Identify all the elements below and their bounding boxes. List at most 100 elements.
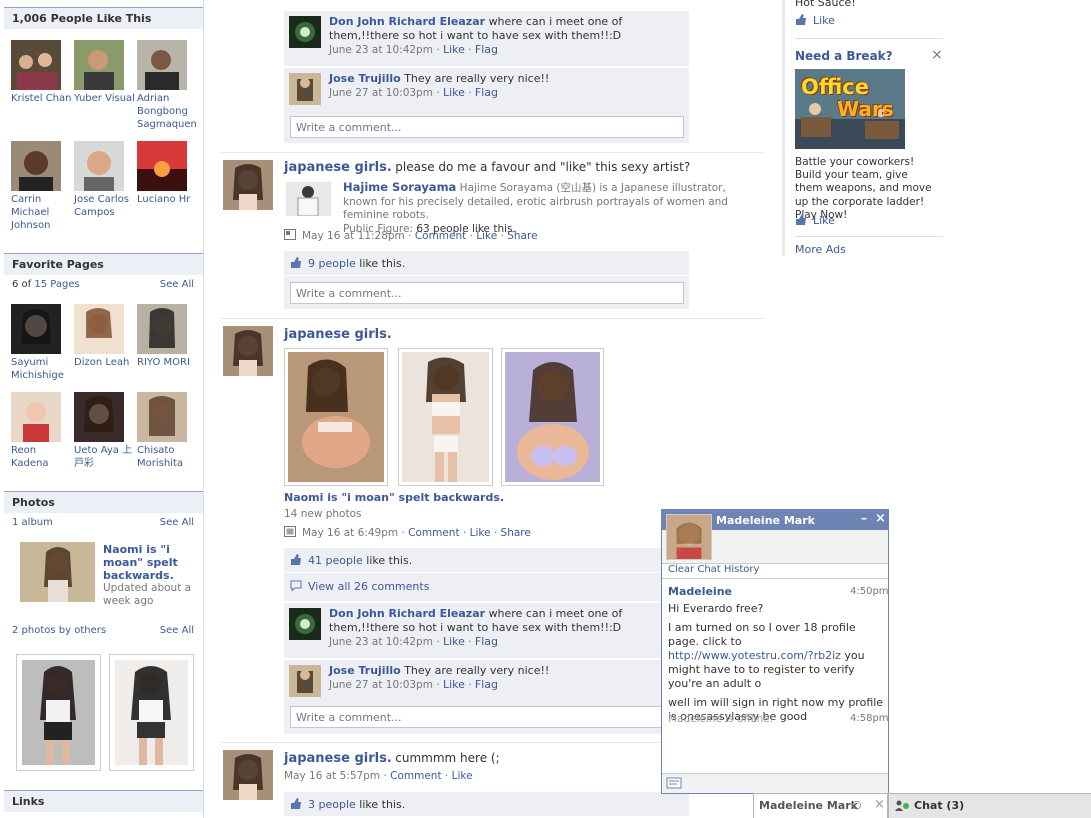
page-name[interactable]: Dizon Leah (74, 356, 138, 369)
message-sender[interactable]: Madeleine (668, 585, 732, 598)
album-count-link[interactable]: 1 album (12, 517, 53, 528)
chat-compose-icon[interactable] (666, 777, 682, 791)
attachment-thumb[interactable] (286, 182, 331, 216)
page-name-link[interactable]: japanese girls. (284, 751, 392, 766)
share-link[interactable]: Share (501, 527, 531, 539)
comment-flag-link[interactable]: Flag (475, 86, 498, 99)
friend-name[interactable]: Carrin Michael Johnson (11, 193, 75, 232)
story-time[interactable]: May 16 at 6:49pm (302, 527, 398, 539)
comment-like-link[interactable]: Like (443, 43, 465, 56)
favorite-page-item[interactable]: Sayumi Michishige (11, 304, 75, 382)
chat-tab[interactable]: Madeleine Mark ○ × (753, 794, 888, 818)
chat-avatar[interactable] (666, 514, 712, 560)
friend-item[interactable]: Adrian Bongbong Sagmaquen (137, 40, 201, 131)
album-photo[interactable] (284, 348, 388, 486)
chat-tab-name[interactable]: Madeleine Mark (759, 799, 858, 812)
friend-item[interactable]: Luciano Hr (137, 141, 201, 206)
friend-photo[interactable] (74, 141, 124, 191)
ad-title[interactable]: Need a Break? (795, 49, 893, 63)
chat-message-link[interactable]: http://www.yotestru.com/?rb2iz (668, 649, 841, 662)
write-comment-input[interactable]: Write a comment... (290, 282, 684, 304)
page-photo[interactable] (137, 392, 187, 442)
view-all-comments-row[interactable]: View all 26 comments (284, 573, 689, 601)
ad-like-row[interactable]: Like (795, 14, 835, 27)
ad-like-link[interactable]: Like (813, 14, 835, 27)
friend-name[interactable]: Jose Carlos Campos (74, 193, 138, 219)
commenter-avatar[interactable] (289, 16, 321, 48)
page-photo[interactable] (137, 304, 187, 354)
album-photo[interactable] (501, 348, 604, 486)
share-link[interactable]: Share (507, 230, 537, 242)
friend-name[interactable]: Adrian Bongbong Sagmaquen (137, 92, 201, 131)
friend-item[interactable]: Kristel Chan (11, 40, 75, 105)
attachment-title[interactable]: Hajime Sorayama (343, 180, 456, 194)
write-comment-input[interactable]: Write a comment... (290, 116, 684, 138)
comment-like-link[interactable]: Like (443, 678, 465, 691)
ad-close-icon[interactable]: × (931, 47, 943, 63)
commenter-avatar[interactable] (289, 73, 321, 105)
ad-image[interactable]: Office Wars (795, 69, 905, 149)
friend-item[interactable]: Carrin Michael Johnson (11, 141, 75, 232)
comment-like-link[interactable]: Like (443, 86, 465, 99)
friend-photo[interactable] (11, 40, 61, 90)
friend-photo[interactable] (11, 141, 61, 191)
likes-count-link[interactable]: 41 people (308, 554, 363, 567)
ad-like-row[interactable]: Like (795, 214, 835, 227)
see-all-link[interactable]: See All (160, 279, 194, 290)
minimize-icon[interactable]: – (861, 511, 867, 525)
friend-name[interactable]: Luciano Hr (137, 193, 201, 206)
page-photo[interactable] (74, 304, 124, 354)
page-avatar[interactable] (223, 326, 273, 376)
album-title-link[interactable]: Naomi is "i moan" spelt backwards. (103, 543, 193, 582)
commenter-name[interactable]: Don John Richard Eleazar (329, 15, 485, 28)
favorite-page-item[interactable]: Dizon Leah (74, 304, 138, 369)
page-avatar[interactable] (223, 160, 273, 210)
commenter-name[interactable]: Jose Trujillo (329, 72, 401, 85)
commenter-name[interactable]: Jose Trujillo (329, 664, 401, 677)
fav-count-link[interactable]: 15 Pages (34, 279, 79, 290)
page-name[interactable]: RIYO MORI (137, 356, 201, 369)
favorite-page-item[interactable]: Chisato Morishita (137, 392, 201, 470)
favorite-page-item[interactable]: Ueto Aya 上戸彩 (74, 392, 138, 470)
comment-flag-link[interactable]: Flag (475, 635, 498, 648)
view-all-comments-link[interactable]: View all 26 comments (308, 580, 429, 593)
photos-by-others-link[interactable]: 2 photos by others (12, 625, 106, 636)
page-photo[interactable] (11, 392, 61, 442)
chat-toggle-label[interactable]: Chat (3) (914, 799, 964, 812)
ad-like-link[interactable]: Like (813, 214, 835, 227)
comment-flag-link[interactable]: Flag (475, 43, 498, 56)
story-time[interactable]: May 16 at 11:28pm (302, 230, 405, 242)
chat-input-bar[interactable] (662, 773, 888, 793)
see-all-link[interactable]: See All (160, 517, 194, 528)
close-icon[interactable]: × (875, 511, 886, 526)
page-name[interactable]: Ueto Aya 上戸彩 (74, 444, 138, 470)
page-photo[interactable] (11, 304, 61, 354)
page-name[interactable]: Reon Kadena (11, 444, 75, 470)
tagged-photo[interactable] (16, 654, 101, 771)
write-comment-input[interactable]: Write a comment... (290, 706, 684, 728)
like-link[interactable]: Like (452, 770, 473, 782)
friend-photo[interactable] (137, 141, 187, 191)
chat-title[interactable]: Madeleine Mark (716, 514, 815, 527)
album-photo[interactable] (398, 348, 493, 486)
favorite-page-item[interactable]: RIYO MORI (137, 304, 201, 369)
commenter-avatar[interactable] (289, 608, 321, 640)
comment-like-link[interactable]: Like (443, 635, 465, 648)
page-name[interactable]: Chisato Morishita (137, 444, 201, 470)
clear-chat-history-link[interactable]: Clear Chat History (668, 564, 759, 575)
see-all-link[interactable]: See All (160, 625, 194, 636)
comment-link[interactable]: Comment (390, 770, 441, 782)
more-ads-link[interactable]: More Ads (795, 243, 846, 256)
friend-name[interactable]: Yuber Visual (74, 92, 138, 105)
friend-photo[interactable] (74, 40, 124, 90)
tagged-photo[interactable] (109, 654, 194, 771)
page-name[interactable]: Sayumi Michishige (11, 356, 75, 382)
friend-item[interactable]: Jose Carlos Campos (74, 141, 138, 219)
friend-item[interactable]: Yuber Visual (74, 40, 138, 105)
likes-count-link[interactable]: 3 people (308, 798, 356, 811)
comment-link[interactable]: Comment (415, 230, 466, 242)
friend-photo[interactable] (137, 40, 187, 90)
page-name-link[interactable]: japanese girls. (284, 160, 392, 175)
favorite-page-item[interactable]: Reon Kadena (11, 392, 75, 470)
page-avatar[interactable] (223, 750, 273, 800)
